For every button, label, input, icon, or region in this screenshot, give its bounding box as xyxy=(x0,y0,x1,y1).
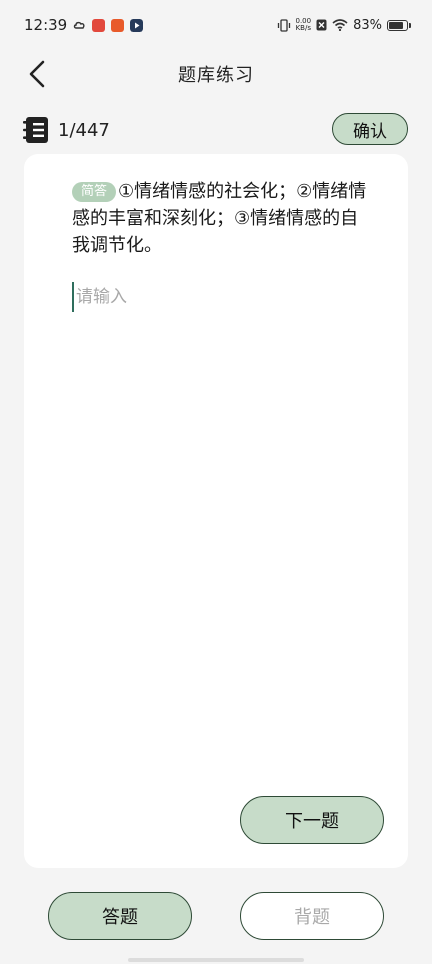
mode-switcher: 答题 背题 xyxy=(0,880,432,950)
vibrate-icon xyxy=(277,18,290,32)
page-title: 题库练习 xyxy=(178,65,254,86)
app-notification-icon-red xyxy=(92,18,106,32)
status-time: 12:39 xyxy=(24,16,68,34)
network-speed: 0.00 KB/s xyxy=(296,18,312,32)
question-type-badge: 简答 xyxy=(72,182,117,202)
question-progress: 1/447 xyxy=(58,119,110,141)
battery-icon xyxy=(387,19,411,31)
back-button[interactable] xyxy=(22,58,52,90)
nav-bar: 题库练习 xyxy=(0,50,432,98)
network-speed-unit: KB/s xyxy=(295,24,311,32)
answer-mode-button[interactable]: 答题 xyxy=(48,892,192,940)
video-app-icon xyxy=(130,18,144,32)
home-indicator[interactable] xyxy=(128,958,304,962)
notebook-icon xyxy=(23,117,48,143)
status-right: 0.00 KB/s 83% xyxy=(277,17,411,33)
recite-mode-button[interactable]: 背题 xyxy=(240,892,384,940)
question-content: 简答 ①情绪情感的社会化；②情绪情感的丰富和深刻化；③情绪情感的自我调节化。 xyxy=(72,178,372,259)
chevron-left-icon xyxy=(29,60,45,88)
status-left: 12:39 xyxy=(24,16,144,34)
progress-row: 1/447 确认 xyxy=(22,110,410,150)
status-bar: 12:39 0.00 KB/s 83% xyxy=(0,0,432,50)
confirm-button[interactable]: 确认 xyxy=(332,113,408,145)
question-text: ①情绪情感的社会化；②情绪情感的丰富和深刻化；③情绪情感的自我调节化。 xyxy=(72,181,367,256)
wifi-icon xyxy=(332,19,348,31)
no-sim-icon xyxy=(316,19,327,31)
answer-input[interactable] xyxy=(72,282,372,312)
battery-level xyxy=(389,21,404,29)
next-question-button[interactable]: 下一题 xyxy=(240,796,384,844)
cloud-sync-icon xyxy=(74,21,85,29)
question-card: 简答①情绪情感的社会化；②情绪情感的丰富和深刻化；③情绪情感的自我调节化。 下一… xyxy=(24,154,408,868)
app-notification-icon-orange xyxy=(111,18,125,32)
battery-percent: 83% xyxy=(353,17,382,33)
